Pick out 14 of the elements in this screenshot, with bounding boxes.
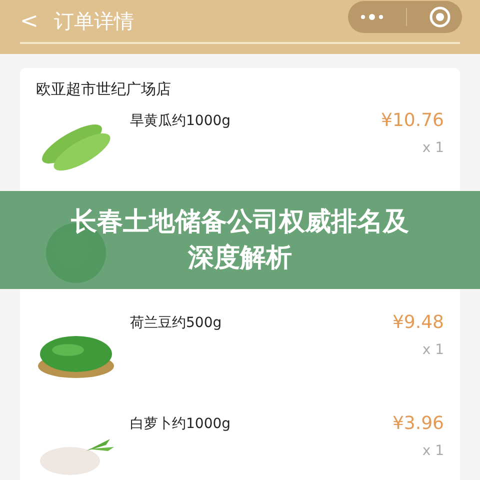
banner-title: 长春土地储备公司权威排名及深度解析 [70,206,410,275]
back-button[interactable]: < [18,8,54,34]
product-quantity: x 1 [421,140,444,156]
more-icon[interactable] [358,12,385,22]
product-name: 白萝卜约1000g [130,415,232,433]
product-price: ¥9.48 [392,312,444,335]
product-price: ¥3.96 [392,413,444,436]
product-quantity: x 1 [421,443,444,459]
store-name: 欧亚超市世纪广场店 [36,80,172,100]
product-name: 旱黄瓜约1000g [130,112,232,130]
product-price: ¥10.76 [381,110,444,133]
product-quantity: x 1 [421,342,444,358]
product-name: 荷兰豆约500g [130,314,223,332]
page-title: 订单详情 [54,8,135,34]
